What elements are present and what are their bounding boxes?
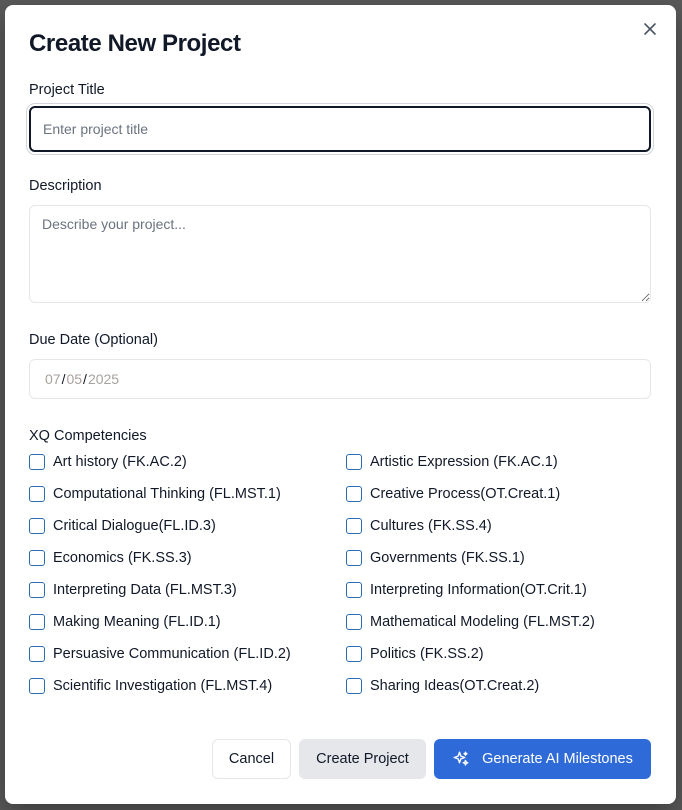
create-project-button-label: Create Project — [316, 751, 409, 767]
competencies-label: XQ Competencies — [29, 428, 147, 444]
competency-label: Computational Thinking (FL.MST.1) — [53, 486, 281, 502]
project-title-input[interactable] — [29, 106, 651, 152]
competency-label: Artistic Expression (FK.AC.1) — [370, 454, 558, 470]
competency-checkbox[interactable]: Politics (FK.SS.2) — [346, 645, 651, 663]
description-textarea[interactable] — [29, 205, 651, 303]
competency-label: Interpreting Data (FL.MST.3) — [53, 582, 237, 598]
competency-label: Making Meaning (FL.ID.1) — [53, 614, 221, 630]
competency-checkbox[interactable]: Art history (FK.AC.2) — [29, 453, 346, 471]
cancel-button-label: Cancel — [228, 751, 275, 767]
close-icon[interactable] — [640, 19, 660, 39]
sparkles-icon — [453, 751, 469, 766]
competency-checkbox[interactable]: Scientific Investigation (FL.MST.4) — [29, 677, 346, 695]
create-project-dialog: Create New Project Project Title Descrip… — [5, 5, 676, 804]
competencies-grid: Art history (FK.AC.2) Artistic Expressio… — [29, 453, 651, 695]
checkbox[interactable] — [29, 614, 45, 630]
competency-checkbox[interactable]: Interpreting Information(OT.Crit.1) — [346, 581, 651, 599]
checkbox[interactable] — [29, 486, 45, 502]
due-date-label: Due Date (Optional) — [29, 332, 158, 348]
checkbox[interactable] — [346, 582, 362, 598]
competency-checkbox[interactable]: Making Meaning (FL.ID.1) — [29, 613, 346, 631]
competency-checkbox[interactable]: Interpreting Data (FL.MST.3) — [29, 581, 346, 599]
date-separator: / — [83, 371, 87, 387]
competency-label: Cultures (FK.SS.4) — [370, 518, 492, 534]
competency-checkbox[interactable]: Governments (FK.SS.1) — [346, 549, 651, 567]
competency-label: Economics (FK.SS.3) — [53, 550, 192, 566]
checkbox[interactable] — [29, 550, 45, 566]
due-date-year[interactable]: 2025 — [88, 371, 119, 387]
competency-label: Politics (FK.SS.2) — [370, 646, 484, 662]
checkbox[interactable] — [346, 550, 362, 566]
competency-checkbox[interactable]: Critical Dialogue(FL.ID.3) — [29, 517, 346, 535]
competency-label: Interpreting Information(OT.Crit.1) — [370, 582, 587, 598]
checkbox[interactable] — [29, 582, 45, 598]
competency-checkbox[interactable]: Persuasive Communication (FL.ID.2) — [29, 645, 346, 663]
generate-ai-milestones-button[interactable]: Generate AI Milestones — [434, 739, 651, 779]
competency-label: Critical Dialogue(FL.ID.3) — [53, 518, 216, 534]
checkbox[interactable] — [346, 486, 362, 502]
checkbox[interactable] — [29, 678, 45, 694]
competency-label: Art history (FK.AC.2) — [53, 454, 187, 470]
competency-label: Creative Process(OT.Creat.1) — [370, 486, 561, 502]
checkbox[interactable] — [346, 454, 362, 470]
competency-checkbox[interactable]: Computational Thinking (FL.MST.1) — [29, 485, 346, 503]
generate-ai-milestones-label: Generate AI Milestones — [482, 751, 633, 767]
checkbox[interactable] — [346, 646, 362, 662]
date-separator: / — [61, 371, 66, 387]
due-date-month[interactable]: 07 — [45, 371, 61, 387]
due-date-day[interactable]: 05 — [66, 371, 82, 387]
competency-checkbox[interactable]: Creative Process(OT.Creat.1) — [346, 485, 651, 503]
create-project-button[interactable]: Create Project — [299, 739, 426, 779]
checkbox[interactable] — [29, 518, 45, 534]
competency-checkbox[interactable]: Mathematical Modeling (FL.MST.2) — [346, 613, 651, 631]
competency-checkbox[interactable]: Cultures (FK.SS.4) — [346, 517, 651, 535]
checkbox[interactable] — [346, 614, 362, 630]
competency-label: Mathematical Modeling (FL.MST.2) — [370, 614, 595, 630]
competency-checkbox[interactable]: Artistic Expression (FK.AC.1) — [346, 453, 651, 471]
competency-checkbox[interactable]: Economics (FK.SS.3) — [29, 549, 346, 567]
competency-label: Persuasive Communication (FL.ID.2) — [53, 646, 291, 662]
description-label: Description — [29, 178, 102, 194]
competency-checkbox[interactable]: Sharing Ideas(OT.Creat.2) — [346, 677, 651, 695]
checkbox[interactable] — [29, 646, 45, 662]
competency-label: Governments (FK.SS.1) — [370, 550, 525, 566]
checkbox[interactable] — [346, 518, 362, 534]
competency-label: Sharing Ideas(OT.Creat.2) — [370, 678, 540, 694]
competency-label: Scientific Investigation (FL.MST.4) — [53, 678, 273, 694]
checkbox[interactable] — [29, 454, 45, 470]
due-date-input[interactable]: 07/05/2025 — [29, 359, 651, 399]
project-title-label: Project Title — [29, 82, 105, 98]
dialog-title: Create New Project — [29, 30, 241, 57]
checkbox[interactable] — [346, 678, 362, 694]
cancel-button[interactable]: Cancel — [212, 739, 291, 779]
